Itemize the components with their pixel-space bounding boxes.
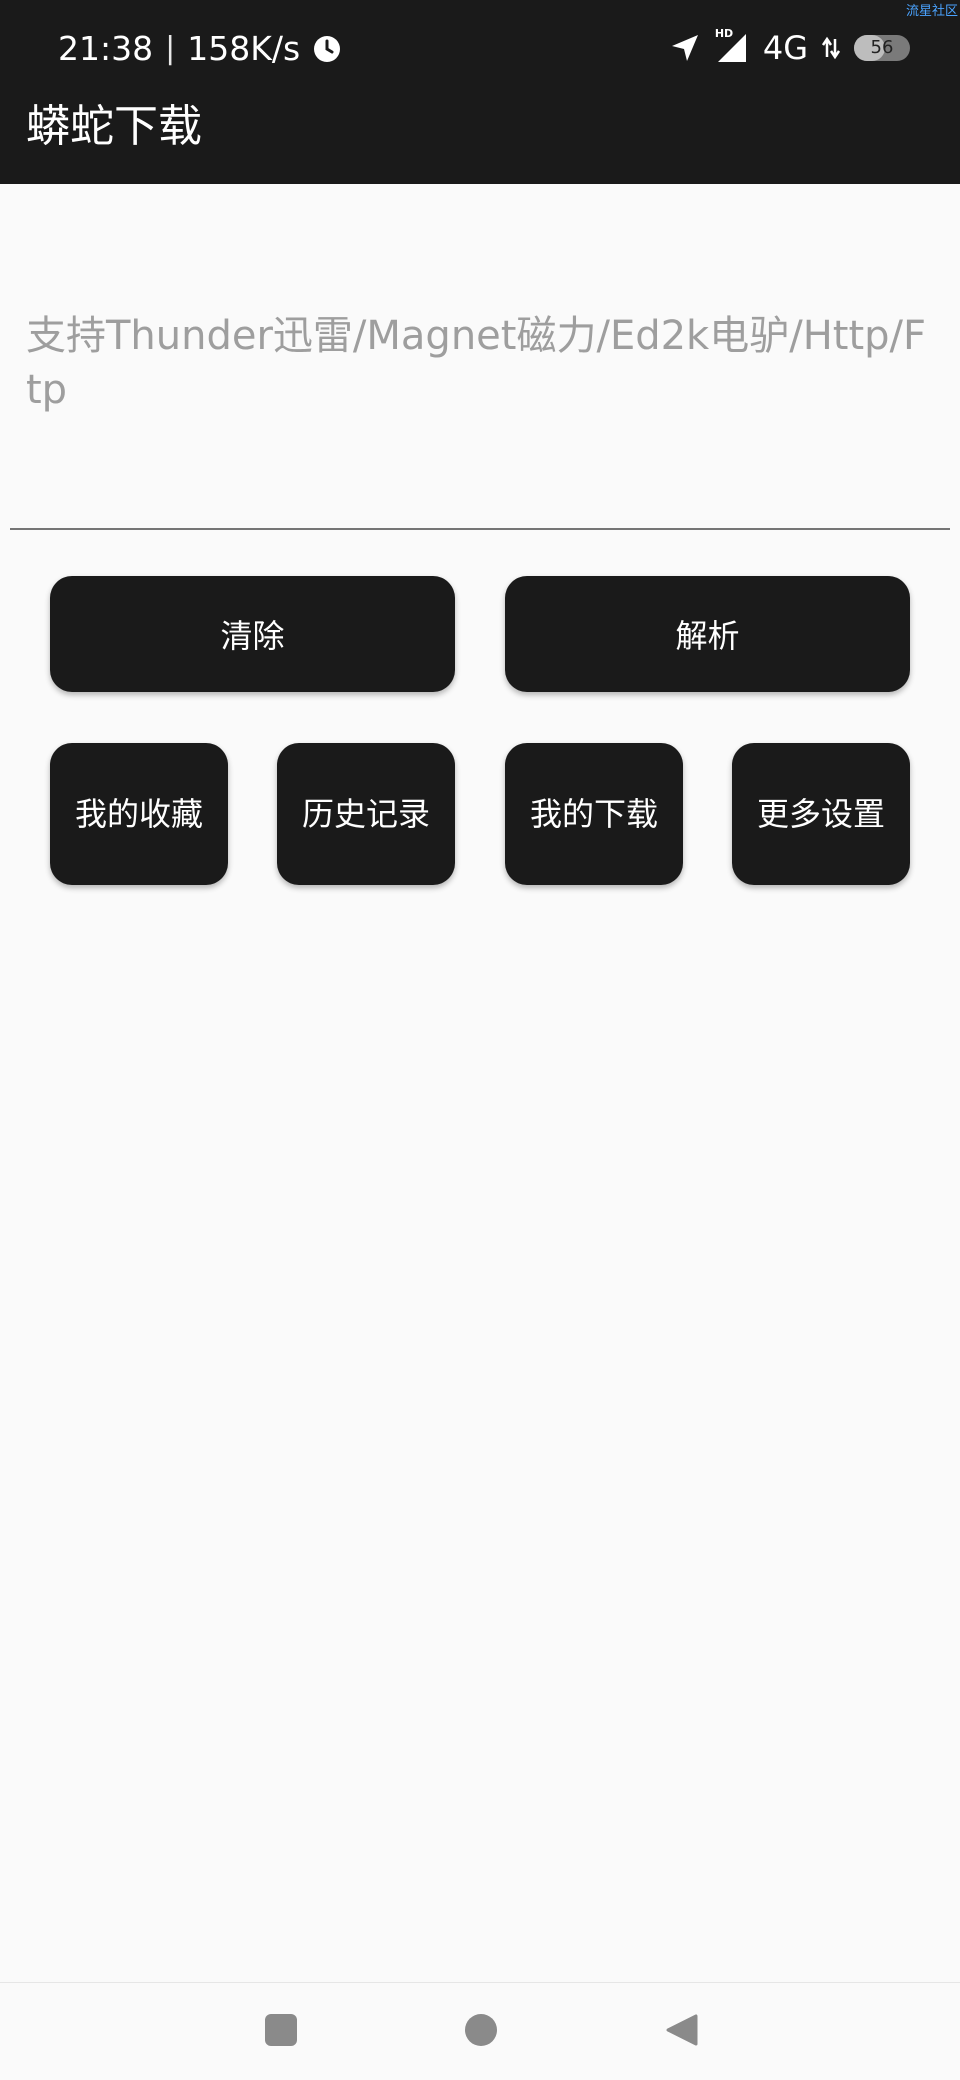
favorites-button[interactable]: 我的收藏: [50, 743, 228, 885]
home-icon[interactable]: [465, 2014, 497, 2046]
status-left: 21:38 | 158K/s: [58, 26, 342, 70]
more-settings-button-label: 更多设置: [756, 795, 885, 833]
more-settings-button[interactable]: 更多设置: [732, 743, 910, 885]
system-nav-bar: [0, 1982, 960, 2080]
url-input-field[interactable]: 支持Thunder迅雷/Magnet磁力/Ed2k电驴/Http/Ftp: [10, 184, 950, 530]
data-arrows-icon: [822, 35, 840, 61]
status-time: 21:38: [58, 28, 154, 68]
watermark: 流星社区: [905, 4, 958, 19]
hd-label: HD: [714, 27, 734, 40]
net-speed: 158K/s: [187, 28, 301, 68]
back-icon[interactable]: [664, 2012, 700, 2048]
parse-button[interactable]: 解析: [505, 576, 910, 692]
clear-button-label: 清除: [220, 617, 285, 655]
favorites-button-label: 我的收藏: [74, 795, 203, 833]
my-downloads-button[interactable]: 我的下载: [505, 743, 683, 885]
history-button[interactable]: 历史记录: [277, 743, 455, 885]
my-downloads-button-label: 我的下载: [529, 795, 658, 833]
status-right: HD 4G 56: [669, 26, 910, 70]
clear-button[interactable]: 清除: [50, 576, 455, 692]
url-input-placeholder[interactable]: 支持Thunder迅雷/Magnet磁力/Ed2k电驴/Http/Ftp: [26, 309, 936, 417]
battery-level: 56: [870, 37, 894, 58]
recent-apps-icon[interactable]: [265, 2014, 297, 2046]
input-underline: [10, 528, 950, 530]
location-arrow-icon: [669, 32, 701, 64]
network-type: 4G: [762, 29, 808, 67]
status-separator: |: [165, 30, 176, 66]
signal-icon: HD: [715, 27, 749, 65]
battery-icon: 56: [854, 35, 910, 61]
clock-icon: [312, 33, 342, 63]
parse-button-label: 解析: [675, 617, 740, 655]
status-bar: 21:38 | 158K/s HD 4G 56 流星社区: [0, 0, 960, 92]
app-toolbar: 蟒蛇下载: [0, 92, 960, 184]
history-button-label: 历史记录: [301, 795, 430, 833]
app-title: 蟒蛇下载: [26, 101, 202, 152]
